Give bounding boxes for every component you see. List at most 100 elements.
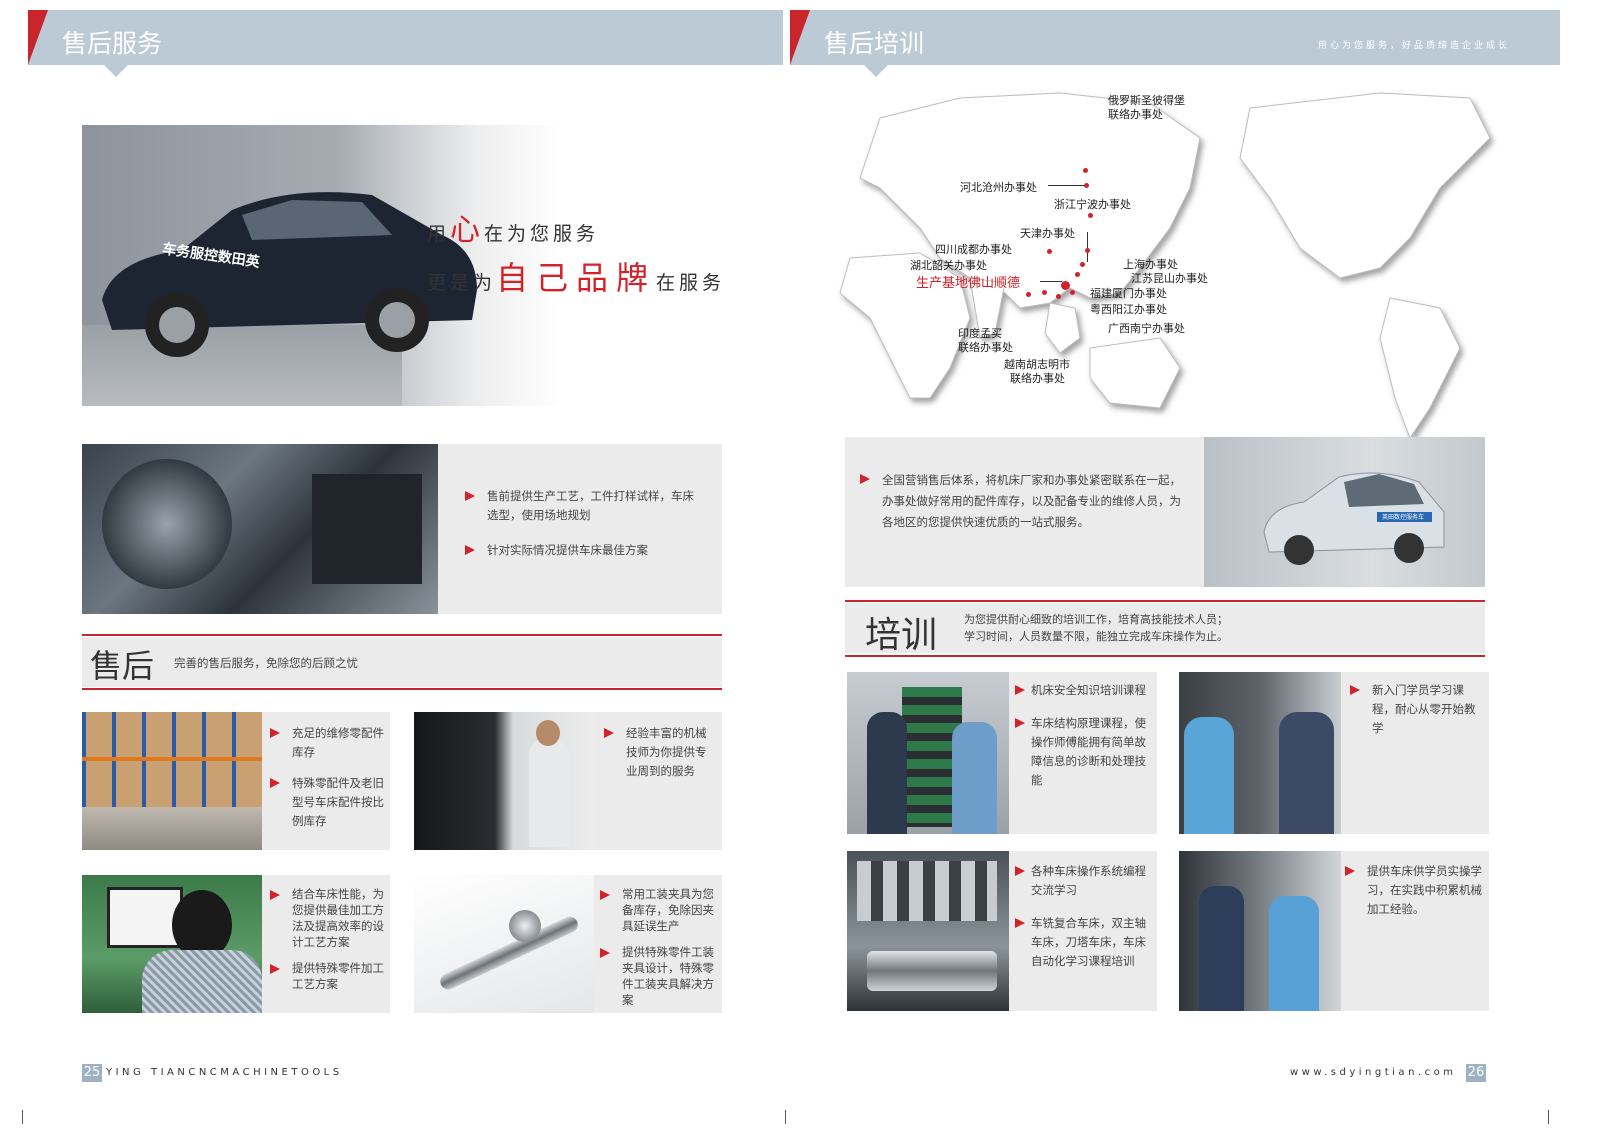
bullet-triangle bbox=[270, 778, 280, 788]
aftersale-top-line bbox=[82, 634, 722, 636]
tcard2-bullet: 新入门学员学习课程，耐心从零开始教学 bbox=[1350, 681, 1485, 738]
aftersale-subtitle: 完善的售后服务，免除您的后顾之忧 bbox=[174, 656, 358, 670]
card2-bullet: 经验丰富的机械技师为你提供专业周到的服务 bbox=[604, 724, 716, 781]
office-dot bbox=[1080, 262, 1085, 267]
bullet-triangle bbox=[600, 890, 610, 900]
tcard3-bullet-text: 车铣复合车床，双主轴车床，刀塔车床，车床自动化学习课程培训 bbox=[1031, 916, 1146, 968]
card3-bullet: 结合车床性能，为您提供最佳加工方法及提高效率的设计工艺方案 bbox=[270, 886, 388, 950]
label-vietnam-2: 联络办事处 bbox=[1010, 372, 1065, 385]
crop-mark bbox=[785, 1110, 786, 1124]
label-russia-2: 联络办事处 bbox=[1108, 108, 1163, 121]
office-dot bbox=[1056, 294, 1061, 299]
card4-bullet: 常用工装夹具为您备库存，免除因夹具延误生产 bbox=[600, 886, 720, 934]
label-hubei: 湖北韶关办事处 bbox=[910, 259, 987, 272]
leader-base bbox=[1040, 281, 1062, 282]
hero-line2-post: 在服务 bbox=[656, 272, 722, 294]
australia-landmass bbox=[1089, 337, 1181, 409]
right-footer-url: www.sdyingtian.com bbox=[1290, 1067, 1457, 1078]
training-bottom-line bbox=[845, 655, 1485, 657]
right-banner-slogan: 用心为您服务，好品质缔造企业成长 bbox=[1317, 41, 1510, 51]
service-car-photo: 英田数控服务车 bbox=[1204, 437, 1485, 587]
office-dot bbox=[1047, 249, 1052, 254]
design-photo bbox=[82, 875, 262, 1013]
card1-bullet-text: 特殊零配件及老旧型号车床配件按比例库存 bbox=[292, 776, 384, 828]
fixture-joint bbox=[509, 910, 541, 942]
presale-bullet-text: 针对实际情况提供车床最佳方案 bbox=[487, 543, 648, 557]
turret-tools bbox=[857, 861, 997, 921]
label-base: 生产基地佛山顺德 bbox=[916, 276, 1021, 291]
tcard1-bullet: 车床结构原理课程，使操作师傅能拥有简单故障信息的诊断和处理技能 bbox=[1015, 714, 1155, 790]
left-footer-text: YING TIANCNCMACHINETOOLS bbox=[106, 1067, 343, 1078]
card1-bullet: 充足的维修零配件库存 bbox=[270, 724, 385, 762]
hero-car-photo: 车务服控数田英 用心在为您服务 更是为自己品牌在服务 bbox=[82, 125, 722, 406]
card3-bullets: 结合车床性能，为您提供最佳加工方法及提高效率的设计工艺方案 提供特殊零件加工工艺… bbox=[270, 886, 388, 992]
tcard1-bullet-text: 机床安全知识培训课程 bbox=[1031, 683, 1146, 697]
headquarters-dot bbox=[1061, 281, 1070, 290]
warehouse-floor bbox=[82, 807, 262, 850]
warehouse-photo bbox=[82, 712, 262, 850]
aftersale-heading: 售后 bbox=[90, 647, 155, 685]
card4-bullet-text: 常用工装夹具为您备库存，免除因夹具延误生产 bbox=[622, 887, 714, 933]
fixture-photo bbox=[414, 875, 594, 1013]
spindle bbox=[867, 951, 997, 991]
aftersale-bottom-line bbox=[82, 688, 722, 690]
training-subtitle-line1: 为您提供耐心细致的培训工作，培育高技能技术人员； bbox=[964, 613, 1228, 626]
crop-mark bbox=[22, 1110, 23, 1124]
right-page-number: 26 bbox=[1466, 1064, 1486, 1082]
card2-bullets: 经验丰富的机械技师为你提供专业周到的服务 bbox=[604, 724, 716, 781]
office-dot bbox=[1083, 168, 1088, 173]
presale-bullet: 售前提供生产工艺，工件打样试样，车床选型，使用场地规划 bbox=[465, 487, 700, 525]
bullet-triangle bbox=[1015, 866, 1025, 876]
technician-photo bbox=[414, 712, 594, 850]
card1-bullets: 充足的维修零配件库存 特殊零配件及老旧型号车床配件按比例库存 bbox=[270, 724, 385, 831]
trainee-figure bbox=[867, 712, 907, 834]
bullet-triangle bbox=[604, 728, 614, 738]
right-banner: 售后培训 用心为您服务，好品质缔造企业成长 bbox=[790, 10, 1560, 77]
technician-figure bbox=[529, 737, 569, 847]
crop-mark bbox=[1548, 1110, 1549, 1124]
network-bullet: 全国营销售后体系，将机床厂家和办事处紧密联系在一起，办事处做好常用的配件库存，以… bbox=[860, 470, 1185, 533]
tcard1-bullet-text: 车床结构原理课程，使操作师傅能拥有简单故障信息的诊断和处理技能 bbox=[1031, 716, 1146, 787]
card4-bullet-text: 提供特殊零件工装夹具设计，特殊零件工装夹具解决方案 bbox=[622, 945, 714, 1007]
training-subtitle: 为您提供耐心细致的培训工作，培育高技能技术人员； 学习时间，人员数量不限，能独立… bbox=[964, 611, 1228, 645]
card1-bullet: 特殊零配件及老旧型号车床配件按比例库存 bbox=[270, 774, 385, 831]
presale-bullet-text: 售前提供生产工艺，工件打样试样，车床选型，使用场地规划 bbox=[487, 489, 694, 522]
bullet-triangle bbox=[1345, 866, 1355, 876]
label-tianjin: 天津办事处 bbox=[1020, 227, 1075, 240]
training-photo-2 bbox=[1179, 672, 1341, 834]
service-car-plate: 英田数控服务车 bbox=[1380, 512, 1427, 521]
bullet-triangle bbox=[1015, 685, 1025, 695]
operator-shirt bbox=[142, 950, 262, 1013]
banner-red-corner bbox=[790, 10, 810, 65]
training-photo-3 bbox=[847, 851, 1009, 1011]
tcard2-bullets: 新入门学员学习课程，耐心从零开始教学 bbox=[1350, 681, 1485, 738]
bullet-triangle bbox=[600, 948, 610, 958]
trainee-figure bbox=[1199, 886, 1244, 1011]
trainee-figure bbox=[1184, 717, 1234, 834]
office-dot bbox=[1026, 292, 1031, 297]
bullet-triangle bbox=[1015, 718, 1025, 728]
hero-line1-pre: 用 bbox=[427, 223, 451, 245]
bullet-triangle bbox=[270, 964, 280, 974]
label-fujian: 福建厦门办事处 bbox=[1090, 287, 1167, 300]
lathe-tool-post bbox=[312, 474, 422, 584]
hero-line2-pre: 更是为 bbox=[427, 272, 497, 294]
bullet-triangle bbox=[860, 474, 870, 484]
south-america-landmass bbox=[1379, 297, 1461, 438]
label-guangxi: 广西南宁办事处 bbox=[1108, 322, 1185, 335]
banner-notch bbox=[864, 65, 888, 77]
card4-bullet: 提供特殊零件工装夹具设计，特殊零件工装夹具解决方案 bbox=[600, 944, 720, 1008]
tcard3-bullet: 各种车床操作系统编程交流学习 bbox=[1015, 862, 1155, 900]
training-photo-4 bbox=[1179, 851, 1341, 1011]
technician-figure bbox=[952, 722, 997, 834]
network-text: 全国营销售后体系，将机床厂家和办事处紧密联系在一起，办事处做好常用的配件库存，以… bbox=[882, 473, 1181, 529]
technician-head bbox=[536, 720, 560, 746]
tcard1-bullet: 机床安全知识培训课程 bbox=[1015, 681, 1155, 700]
card2-bullet-text: 经验丰富的机械技师为你提供专业周到的服务 bbox=[626, 726, 707, 778]
label-zhejiang: 浙江宁波办事处 bbox=[1054, 198, 1131, 211]
office-dot bbox=[1088, 213, 1093, 218]
card1-bullet-text: 充足的维修零配件库存 bbox=[292, 726, 384, 759]
banner-red-corner bbox=[28, 10, 48, 65]
hero-slogan-line2: 更是为自己品牌在服务 bbox=[427, 253, 722, 299]
hero-slogan-line1: 用心在为您服务 bbox=[427, 205, 599, 249]
